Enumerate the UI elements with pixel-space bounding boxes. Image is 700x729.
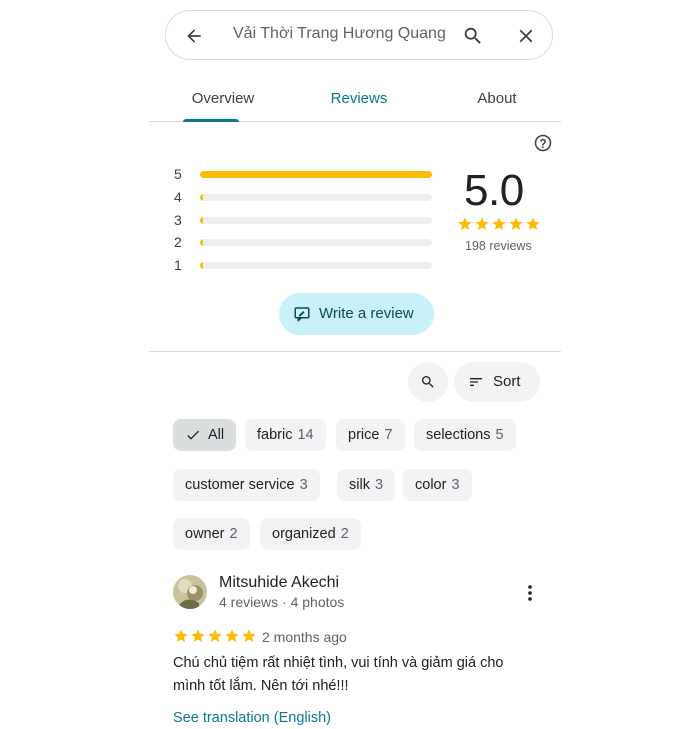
- rating-bar: [200, 262, 432, 269]
- rating-bar-fill: [200, 171, 432, 178]
- chip-organized[interactable]: organized 2: [260, 518, 361, 550]
- write-review-label: Write a review: [319, 305, 414, 322]
- rating-bar-fill: [200, 262, 204, 269]
- search-icon[interactable]: [461, 24, 485, 48]
- chip-label: All: [208, 427, 225, 443]
- star-icon: [509, 217, 523, 230]
- review-stars: [173, 628, 257, 644]
- sort-button[interactable]: Sort: [454, 362, 540, 402]
- see-translation-link[interactable]: See translation (English): [173, 710, 331, 726]
- chip-count: 3: [451, 477, 460, 493]
- star-icon: [208, 629, 222, 642]
- chip-selections[interactable]: selections 5: [414, 419, 516, 451]
- write-review-button[interactable]: Write a review: [279, 293, 434, 335]
- chip-fabric[interactable]: fabric 14: [245, 419, 326, 451]
- reviewer-name[interactable]: Mitsuhide Akechi: [219, 574, 339, 592]
- star-icon: [526, 217, 540, 230]
- sort-label: Sort: [493, 373, 521, 390]
- chip-label: silk: [349, 477, 370, 493]
- star-icon: [458, 217, 472, 230]
- search-reviews-button[interactable]: [408, 362, 448, 402]
- search-bar[interactable]: Vải Thời Trang Hương Quang: [165, 10, 553, 60]
- review-text: Chú chủ tiệm rất nhiệt tình, vui tính và…: [173, 655, 504, 694]
- rating-row-1: 1: [174, 257, 434, 273]
- rating-bar-fill: [200, 239, 204, 246]
- chip-count: 14: [297, 427, 314, 443]
- close-icon[interactable]: [514, 24, 538, 48]
- chip-all[interactable]: All: [173, 419, 237, 451]
- avatar[interactable]: [173, 575, 207, 609]
- chip-customer-service[interactable]: customer service 3: [173, 469, 320, 501]
- average-stars: [457, 216, 541, 232]
- rating-row-label: 5: [174, 166, 182, 182]
- review-count[interactable]: 198 reviews: [465, 239, 532, 253]
- rating-bar: [200, 239, 432, 246]
- search-icon: [422, 376, 434, 388]
- star-icon: [475, 217, 489, 230]
- tab-bar: Overview Reviews About: [149, 74, 561, 122]
- rating-row-4: 4: [174, 189, 434, 205]
- rating-row-label: 1: [174, 257, 182, 273]
- check-icon: [187, 430, 199, 440]
- star-icon: [191, 629, 205, 642]
- sort-icon: [470, 378, 482, 386]
- star-icon: [225, 629, 239, 642]
- chip-count: 5: [495, 427, 504, 443]
- chip-label: price: [348, 427, 380, 443]
- chip-silk[interactable]: silk 3: [337, 469, 396, 501]
- chip-label: fabric: [257, 427, 293, 443]
- rating-bar: [200, 217, 432, 224]
- review-date: 2 months ago: [262, 629, 347, 645]
- chip-label: customer service: [185, 477, 295, 493]
- section-divider: [149, 351, 561, 352]
- rating-row-label: 3: [174, 212, 182, 228]
- more-options-icon[interactable]: [522, 583, 538, 603]
- tab-reviews[interactable]: Reviews: [305, 74, 413, 122]
- rating-row-label: 4: [174, 189, 182, 205]
- average-rating: 5.0: [464, 166, 524, 215]
- star-icon: [492, 217, 506, 230]
- rating-bar-fill: [200, 217, 204, 224]
- write-review-icon: [293, 305, 311, 323]
- tab-overview[interactable]: Overview: [171, 74, 275, 122]
- chip-count: 2: [229, 526, 238, 542]
- active-tab-indicator: [183, 119, 239, 122]
- chip-count: 7: [384, 427, 393, 443]
- chip-owner[interactable]: owner 2: [173, 518, 250, 550]
- tab-about[interactable]: About: [445, 74, 549, 122]
- rating-row-2: 2: [174, 234, 434, 250]
- chip-label: organized: [272, 526, 336, 542]
- chip-color[interactable]: color 3: [403, 469, 472, 501]
- chip-label: color: [415, 477, 447, 493]
- star-icon: [242, 629, 256, 642]
- rating-bar-fill: [200, 194, 204, 201]
- rating-row-5: 5: [174, 166, 434, 182]
- rating-row-3: 3: [174, 212, 434, 228]
- reviewer-meta: 4 reviews · 4 photos: [219, 594, 345, 610]
- rating-bar: [200, 171, 432, 178]
- chip-count: 3: [374, 477, 384, 493]
- back-arrow-icon[interactable]: [182, 24, 206, 48]
- chip-price[interactable]: price 7: [336, 419, 405, 451]
- rating-bar: [200, 194, 432, 201]
- star-icon: [174, 629, 188, 642]
- rating-row-label: 2: [174, 234, 182, 250]
- chip-label: selections: [426, 427, 491, 443]
- search-input[interactable]: Vải Thời Trang Hương Quang: [233, 25, 446, 43]
- help-icon[interactable]: [534, 134, 552, 152]
- chip-count: 2: [340, 526, 349, 542]
- chip-count: 3: [299, 477, 308, 493]
- chip-label: owner: [185, 526, 225, 542]
